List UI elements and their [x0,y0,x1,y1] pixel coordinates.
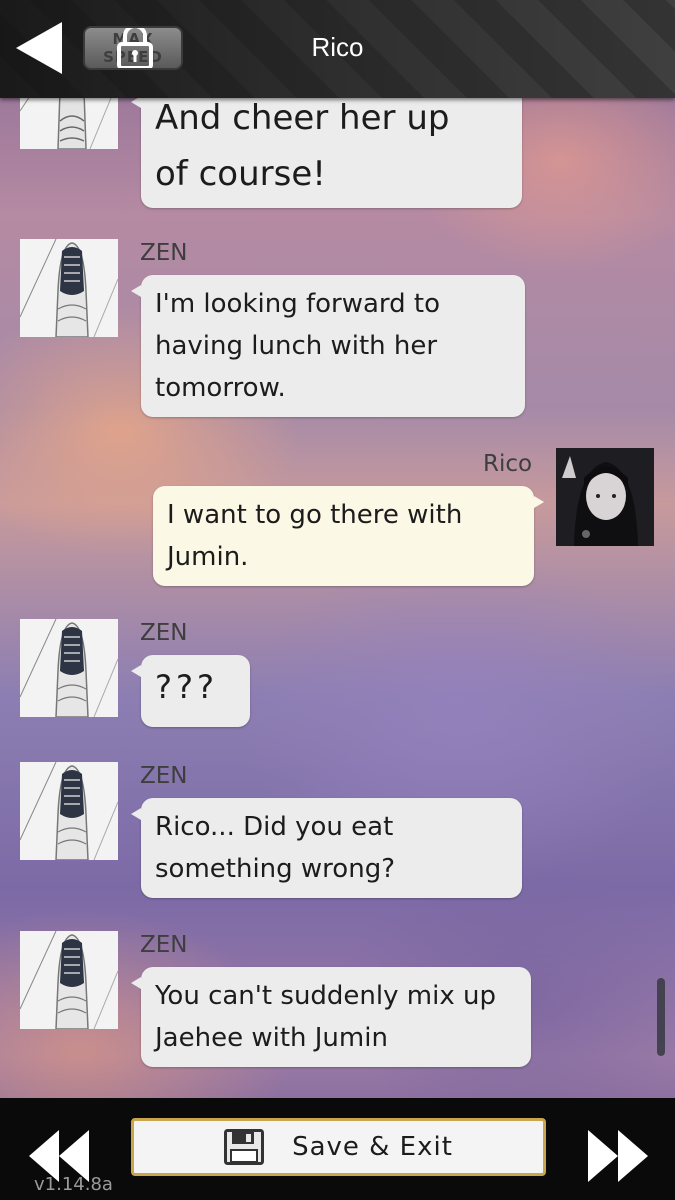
save-disk-icon [224,1129,265,1165]
sender-name: ZEN [140,763,188,789]
avatar-zen[interactable] [20,931,118,1029]
zen-shoe-image [20,239,118,337]
message-bubble: Rico... Did you eat something wrong? [131,798,522,898]
message-bubble: ??? [131,655,250,727]
rico-profile-image [556,448,654,546]
page-title: Rico [311,32,364,62]
message-bubble: I want to go there with Jumin. [153,486,544,586]
zen-shoe-image [20,619,118,717]
top-bar: MAX SPEED Rico [0,0,675,98]
avatar-rico[interactable] [556,448,654,546]
zen-shoe-image [20,931,118,1029]
version-label: v1.14.8a [34,1174,113,1195]
avatar-zen[interactable] [20,762,118,860]
avatar-zen[interactable] [20,619,118,717]
message-bubble: And cheer her up of course! [131,86,522,208]
message-bubble: I'm looking forward to having lunch with… [131,275,525,417]
sender-name: Rico [483,451,533,477]
bottom-bar: Save & Exit v1.14.8a [0,1098,675,1200]
sender-name: ZEN [140,932,188,958]
sender-name: ZEN [140,620,188,646]
zen-shoe-image [20,762,118,860]
save-exit-label: Save & Exit [292,1132,453,1162]
fast-forward-icon [588,1130,648,1182]
chat-scrollbar[interactable] [657,978,665,1056]
sender-name: ZEN [140,240,188,266]
save-exit-button[interactable]: Save & Exit [131,1118,546,1176]
fast-forward-button[interactable] [584,1126,654,1186]
message-bubble: You can't suddenly mix up Jaehee with Ju… [131,967,531,1067]
avatar-zen[interactable] [20,239,118,337]
